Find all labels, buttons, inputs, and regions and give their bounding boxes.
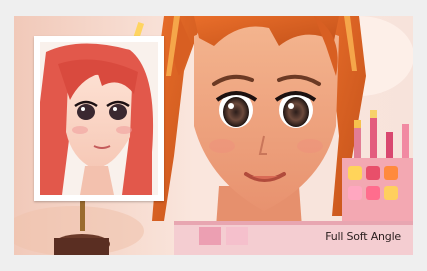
character-face-closeup-icon [40,42,158,195]
character-portrait [34,36,164,201]
view-angle-caption: Full Soft Angle [325,230,401,243]
game-frame: Full Soft Angle [0,0,427,271]
game-screen: Full Soft Angle [14,16,413,255]
